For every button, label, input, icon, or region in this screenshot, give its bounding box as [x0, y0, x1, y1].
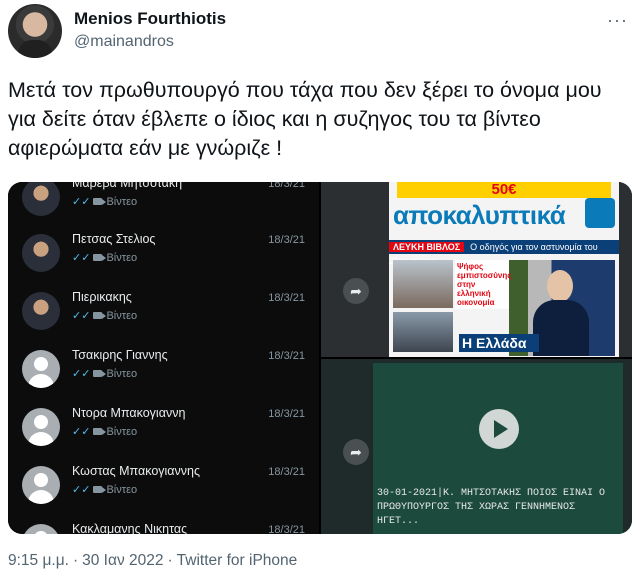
last-message: ✓✓ Βίντεο	[72, 367, 137, 380]
message-type: Βίντεο	[106, 310, 138, 322]
tweet-media-grid[interactable]: Μαρέβα Μητσοτάκη ✓✓ Βίντεο 18/3/21 Πετσας Στ…	[8, 182, 632, 534]
read-ticks-icon: ✓✓	[72, 310, 91, 322]
last-message: ✓✓ Βίντεο	[72, 251, 137, 264]
video-camera-icon	[93, 370, 107, 377]
video-camera-icon	[93, 198, 107, 205]
more-icon[interactable]: ···	[607, 10, 628, 31]
contact-avatar	[22, 408, 60, 446]
message-date: 18/3/21	[268, 182, 305, 190]
media-video[interactable]: ➦ 30-01-2021|Κ. ΜΗΤΣΟΤΑΚΗΣ ΠΟΙΟΣ ΕΙΝΑΙ Ο…	[321, 359, 632, 534]
last-message: ✓✓ Βίντεο	[72, 483, 137, 496]
chat-list-item[interactable]: Πετσας Στελιος ✓✓ Βίντεο 18/3/21	[8, 230, 319, 288]
read-ticks-icon: ✓✓	[72, 484, 91, 496]
contact-avatar	[22, 234, 60, 272]
contact-name: Ντορα Μπακογιαννη	[72, 406, 186, 420]
tweet-text: Μετά τον πρωθυπουργό που τάχα που δεν ξέ…	[8, 78, 602, 160]
video-camera-icon	[93, 312, 107, 319]
read-ticks-icon: ✓✓	[72, 252, 91, 264]
video-camera-icon	[93, 486, 107, 493]
video-camera-icon	[93, 428, 107, 435]
contact-name: Τσακιρης Γιαννης	[72, 348, 168, 362]
chat-list-item[interactable]: Τσακιρης Γιαννης ✓✓ Βίντεο 18/3/21	[8, 346, 319, 404]
newspaper-logo-badge	[585, 198, 615, 228]
media-chat-screenshot[interactable]: Μαρέβα Μητσοτάκη ✓✓ Βίντεο 18/3/21 Πετσας Στ…	[8, 182, 319, 534]
message-date: 18/3/21	[268, 408, 305, 420]
newspaper-photo	[393, 260, 453, 308]
video-camera-icon	[93, 254, 107, 261]
tweet-source[interactable]: Twitter for iPhone	[177, 552, 298, 569]
newspaper-headline: Ψήφος εμπιστοσύνης στην ελληνική οικονομ…	[455, 260, 512, 309]
message-type: Βίντεο	[106, 484, 138, 496]
tweet-time[interactable]: 9:15 μ.μ.	[8, 552, 69, 569]
message-type: Βίντεο	[106, 252, 138, 264]
newspaper-ellada: Η Ελλάδα	[459, 334, 539, 352]
tweet-metadata: 9:15 μ.μ. · 30 Ιαν 2022 · Twitter for iPhone	[8, 552, 298, 569]
newspaper-title: αποκαλυπτικά	[393, 200, 566, 230]
contact-name: Κωστας Μπακογιαννης	[72, 464, 201, 478]
contact-name: Κακλαμανης Νικητας	[72, 522, 188, 534]
contact-avatar	[22, 350, 60, 388]
contact-name: Μαρέβα Μητσοτάκη	[72, 182, 183, 190]
author-handle[interactable]: @mainandros	[74, 33, 174, 51]
chat-list-item[interactable]: Ντορα Μπακογιαννη ✓✓ Βίντεο 18/3/21	[8, 404, 319, 462]
last-message: ✓✓ Βίντεο	[72, 195, 137, 208]
chat-list-item[interactable]: Πιερικακης ✓✓ Βίντεο 18/3/21	[8, 288, 319, 346]
share-icon[interactable]: ➦	[343, 278, 369, 304]
last-message: ✓✓ Βίντεο	[72, 309, 137, 322]
contact-name: Πετσας Στελιος	[72, 232, 156, 246]
media-newspaper[interactable]: ➦ 50€ αποκαλυπτικά ΛΕΥΚΗ ΒΙΒΛΟΣ Ο οδηγός …	[321, 182, 632, 357]
video-caption: 30-01-2021|Κ. ΜΗΤΣΟΤΑΚΗΣ ΠΟΙΟΣ ΕΙΝΑΙ Ο Π…	[377, 488, 606, 527]
read-ticks-icon: ✓✓	[72, 368, 91, 380]
author-display-name[interactable]: Menios Fourthiotis	[74, 9, 226, 29]
video-thumbnail[interactable]: 30-01-2021|Κ. ΜΗΤΣΟΤΑΚΗΣ ΠΟΙΟΣ ΕΙΝΑΙ Ο Π…	[373, 363, 623, 534]
chat-list-item[interactable]: Κακλαμανης Νικητας✓✓Βίντεο18/3/21	[8, 520, 319, 534]
message-date: 18/3/21	[268, 234, 305, 246]
newspaper-price: 50€	[397, 182, 611, 198]
read-ticks-icon: ✓✓	[72, 196, 91, 208]
author-avatar[interactable]	[8, 4, 62, 58]
contact-name: Πιερικακης	[72, 290, 132, 304]
message-date: 18/3/21	[268, 466, 305, 478]
last-message: ✓✓ Βίντεο	[72, 425, 137, 438]
chat-list-item[interactable]: Κωστας Μπακογιαννης ✓✓ Βίντεο 18/3/21	[8, 462, 319, 520]
message-type: Βίντεο	[106, 368, 138, 380]
tweet-header: Menios Fourthiotis @mainandros ···	[8, 4, 628, 60]
chat-list-item[interactable]: Μαρέβα Μητσοτάκη ✓✓ Βίντεο 18/3/21	[8, 182, 319, 232]
message-date: 18/3/21	[268, 524, 305, 534]
message-date: 18/3/21	[268, 292, 305, 304]
contact-avatar	[22, 182, 60, 216]
read-ticks-icon: ✓✓	[72, 426, 91, 438]
contact-avatar	[22, 292, 60, 330]
message-type: Βίντεο	[106, 196, 138, 208]
message-type: Βίντεο	[106, 426, 138, 438]
play-icon[interactable]	[479, 409, 519, 449]
contact-avatar	[22, 466, 60, 504]
contact-avatar	[22, 524, 60, 534]
newspaper-cover: 50€ αποκαλυπτικά ΛΕΥΚΗ ΒΙΒΛΟΣ Ο οδηγός γι…	[389, 182, 619, 357]
tweet-date[interactable]: 30 Ιαν 2022	[82, 552, 163, 569]
message-date: 18/3/21	[268, 350, 305, 362]
share-icon[interactable]: ➦	[343, 439, 369, 465]
newspaper-photo	[393, 312, 453, 352]
newspaper-strip: ΛΕΥΚΗ ΒΙΒΛΟΣ Ο οδηγός για τον αστυνομία τ…	[389, 240, 619, 266]
